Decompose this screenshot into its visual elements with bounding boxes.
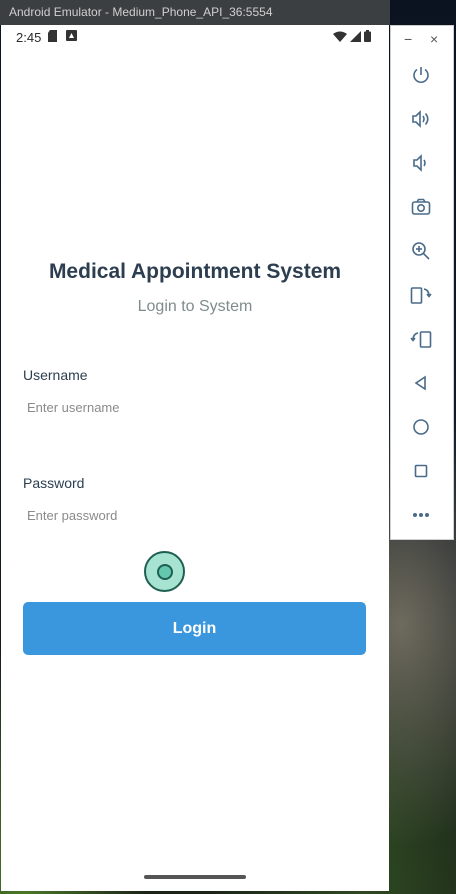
window-title: Android Emulator - Medium_Phone_API_36:5… bbox=[9, 5, 273, 19]
rotate-left-icon[interactable] bbox=[409, 283, 433, 307]
wifi-icon bbox=[333, 31, 347, 42]
volume-down-icon[interactable] bbox=[409, 151, 433, 175]
emulator-window-controls: − × bbox=[391, 26, 455, 54]
username-input[interactable] bbox=[23, 392, 366, 422]
password-input[interactable] bbox=[23, 500, 366, 530]
signal-icon bbox=[350, 30, 361, 42]
phone-screen: 2:45 Medical Appointment System Login to… bbox=[1, 25, 389, 891]
touch-indicator-center bbox=[157, 564, 173, 580]
volume-up-icon[interactable] bbox=[409, 107, 433, 131]
status-bar: 2:45 bbox=[1, 25, 389, 49]
app-title: Medical Appointment System bbox=[48, 260, 342, 283]
gesture-nav-handle[interactable] bbox=[144, 875, 246, 879]
home-icon[interactable] bbox=[409, 415, 433, 439]
touch-indicator bbox=[144, 551, 185, 592]
username-label: Username bbox=[23, 367, 88, 383]
more-icon[interactable] bbox=[409, 503, 433, 527]
rotate-right-icon[interactable] bbox=[409, 327, 433, 351]
battery-icon bbox=[364, 30, 371, 42]
status-time: 2:45 bbox=[16, 30, 42, 45]
zoom-icon[interactable] bbox=[409, 239, 433, 263]
camera-icon[interactable] bbox=[409, 195, 433, 219]
minimize-icon[interactable]: − bbox=[404, 31, 412, 47]
power-icon[interactable] bbox=[409, 63, 433, 87]
status-icons-left bbox=[48, 30, 77, 42]
emulator-toolbar: − × bbox=[390, 25, 454, 540]
status-icons-right bbox=[333, 30, 371, 42]
login-button[interactable]: Login bbox=[23, 602, 366, 655]
back-icon[interactable] bbox=[409, 371, 433, 395]
close-icon[interactable]: × bbox=[430, 31, 438, 47]
sd-card-icon bbox=[48, 30, 58, 42]
password-label: Password bbox=[23, 475, 85, 491]
emulator-title-bar: Android Emulator - Medium_Phone_API_36:5… bbox=[0, 0, 390, 25]
notification-icon bbox=[66, 30, 77, 42]
overview-icon[interactable] bbox=[409, 459, 433, 483]
app-subtitle: Login to System bbox=[137, 298, 253, 315]
